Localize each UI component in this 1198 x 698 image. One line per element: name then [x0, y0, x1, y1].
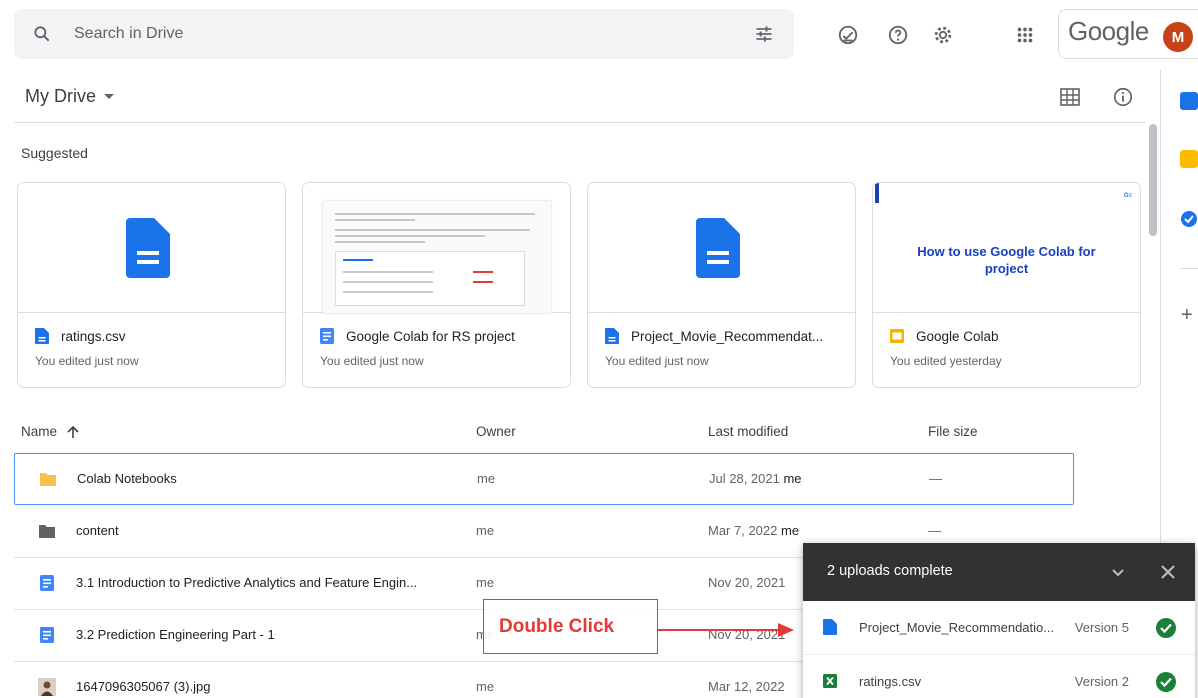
card-subtitle: You edited yesterday — [890, 354, 1002, 368]
folder-icon — [39, 525, 55, 538]
row-date: Jul 28, 2021 — [709, 471, 780, 486]
suggested-card[interactable]: Project_Movie_Recommendat... You edited … — [587, 182, 856, 388]
row-date: Nov 20, 2021 — [708, 575, 786, 590]
row-owner: me — [476, 679, 495, 694]
uploads-header: 2 uploads complete — [803, 543, 1195, 601]
row-owner: me — [476, 575, 495, 590]
suggested-card[interactable]: Google Colab for RS project You edited j… — [302, 182, 571, 388]
side-panel-separator — [1180, 268, 1198, 269]
suggested-card[interactable]: G≡ How to use Google Colab for project G… — [872, 182, 1141, 388]
tasks-icon[interactable] — [1180, 210, 1198, 228]
document-preview — [323, 201, 551, 313]
card-thumbnail — [18, 183, 285, 313]
card-thumbnail: G≡ How to use Google Colab for project — [873, 183, 1140, 313]
upload-item[interactable]: Project_Movie_Recommendatio... Version 5 — [803, 601, 1195, 655]
uploads-panel: 2 uploads complete Project_Movie_Recomme… — [803, 543, 1195, 698]
card-subtitle: You edited just now — [320, 354, 424, 368]
page-title: My Drive — [25, 86, 96, 106]
header-divider — [14, 122, 1146, 123]
top-bar: Search in Drive Google M — [0, 0, 1198, 70]
google-docs-icon — [320, 328, 334, 344]
sort-by-name[interactable]: Name — [21, 424, 79, 439]
file-doc-icon — [35, 328, 49, 344]
column-header-owner[interactable]: Owner — [476, 424, 516, 439]
card-thumbnail — [303, 183, 570, 313]
slide-accent-bar — [875, 183, 879, 203]
keep-icon[interactable] — [1180, 150, 1198, 168]
card-name: Google Colab for RS project — [346, 328, 515, 344]
row-name: 3.2 Prediction Engineering Part - 1 — [76, 627, 275, 642]
arrow-up-icon[interactable] — [67, 425, 79, 439]
card-subtitle: You edited just now — [35, 354, 139, 368]
upload-version: Version 2 — [1074, 674, 1129, 689]
upload-version: Version 5 — [1074, 620, 1129, 635]
row-date: Mar 12, 2022 — [708, 679, 785, 694]
search-bar[interactable]: Search in Drive — [14, 9, 794, 59]
google-slides-icon — [890, 329, 904, 343]
table-row[interactable]: Colab Notebooks me Jul 28, 2021 me — — [14, 453, 1074, 505]
search-icon[interactable] — [32, 24, 52, 44]
check-circle-icon — [1156, 672, 1176, 692]
card-thumbnail — [588, 183, 855, 313]
row-size: — — [929, 471, 942, 486]
column-header-modified[interactable]: Last modified — [708, 424, 788, 439]
row-name: content — [76, 523, 119, 538]
file-doc-icon — [605, 328, 619, 344]
scrollbar-thumb[interactable] — [1149, 124, 1157, 236]
check-circle-icon — [1156, 618, 1176, 638]
add-addon-icon[interactable]: + — [1181, 304, 1193, 327]
settings-gear-icon[interactable] — [932, 24, 954, 46]
slide-logo: G≡ — [1123, 193, 1132, 199]
slide-preview-title: How to use Google Colab for project — [917, 244, 1096, 276]
help-icon[interactable] — [887, 24, 909, 46]
caret-down-icon — [104, 94, 114, 99]
apps-grid-icon[interactable] — [1014, 24, 1036, 46]
sheets-icon — [823, 674, 837, 688]
close-icon[interactable] — [1159, 563, 1177, 581]
ready-for-offline-icon[interactable] — [837, 24, 859, 46]
uploads-title: 2 uploads complete — [827, 563, 953, 579]
file-doc-large-icon — [696, 218, 740, 278]
card-name: Google Colab — [916, 328, 999, 344]
grid-view-icon[interactable] — [1060, 88, 1080, 106]
row-name: Colab Notebooks — [77, 471, 177, 486]
search-input[interactable]: Search in Drive — [74, 25, 183, 43]
chevron-down-icon[interactable] — [1110, 564, 1126, 580]
annotation-label: Double Click — [499, 616, 615, 637]
column-header-size[interactable]: File size — [928, 424, 978, 439]
row-date: Mar 7, 2022 — [708, 523, 778, 538]
row-size: — — [928, 523, 941, 538]
google-logo: Google — [1068, 16, 1149, 46]
google-docs-icon — [40, 627, 54, 643]
row-name: 1647096305067 (3).jpg — [76, 679, 211, 694]
image-thumbnail-icon — [38, 678, 56, 696]
card-name: Project_Movie_Recommendat... — [631, 328, 824, 344]
row-owner: me — [477, 471, 496, 486]
avatar[interactable]: M — [1163, 22, 1193, 52]
avatar-letter: M — [1171, 28, 1185, 46]
calendar-icon[interactable] — [1180, 92, 1198, 110]
file-doc-icon — [823, 619, 837, 635]
google-docs-icon — [40, 575, 54, 591]
row-name: 3.1 Introduction to Predictive Analytics… — [76, 575, 418, 590]
card-subtitle: You edited just now — [605, 354, 709, 368]
file-doc-large-icon — [126, 218, 170, 278]
search-options-icon[interactable] — [754, 24, 774, 44]
suggested-card[interactable]: ratings.csv You edited just now — [17, 182, 286, 388]
card-name: ratings.csv — [61, 328, 126, 344]
info-icon[interactable] — [1112, 86, 1134, 108]
upload-name: Project_Movie_Recommendatio... — [859, 620, 1055, 635]
upload-name: ratings.csv — [859, 674, 922, 689]
suggested-heading: Suggested — [21, 145, 88, 161]
folder-yellow-icon — [40, 473, 56, 486]
upload-item[interactable]: ratings.csv Version 2 — [803, 655, 1195, 698]
row-owner: me — [476, 523, 495, 538]
my-drive-dropdown[interactable]: My Drive — [25, 86, 114, 107]
row-modified-by: me — [781, 523, 800, 538]
row-modified-by: me — [783, 471, 802, 486]
column-header-name: Name — [21, 424, 58, 439]
annotation-arrow-icon — [658, 623, 794, 637]
